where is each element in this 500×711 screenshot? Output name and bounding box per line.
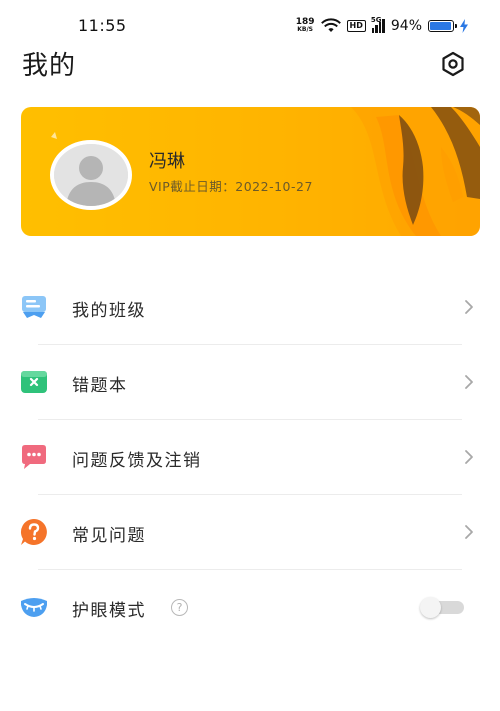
help-question-icon[interactable]: ? [171,599,188,616]
network-type: 5G [370,16,382,24]
chevron-right-icon [465,450,473,464]
menu-item-label: 问题反馈及注销 [72,451,202,471]
battery-icon [428,20,457,32]
hd-badge: HD [346,20,366,32]
signal-icon: 5G [370,16,385,33]
eye-care-toggle[interactable] [420,597,464,618]
vip-expiry-date: VIP截止日期：2022-10-27 [149,179,313,194]
menu-item-label: 我的班级 [72,301,146,321]
avatar[interactable] [50,140,132,210]
network-speed: 189 KB/S [296,18,315,34]
menu-item-label: 护眼模式 [72,601,146,621]
eye-care-icon [21,598,47,617]
menu-item-faq[interactable]: 常见问题 [0,495,500,570]
settings-button[interactable] [437,48,469,80]
network-speed-unit: KB/S [297,26,313,33]
chevron-right-icon [465,300,473,314]
status-bar: 11:55 189 KB/S HD 5G 94% [0,0,500,50]
class-icon [22,296,46,318]
menu-item-eye-care: 护眼模式 ? [0,570,500,645]
battery-percent: 94% [390,18,422,34]
menu-item-wrong-notebook[interactable]: 错题本 [0,345,500,420]
menu-item-label: 错题本 [72,376,128,396]
charging-bolt-icon [460,19,468,33]
wifi-icon [320,18,341,32]
page-title: 我的 [22,51,77,81]
status-icons: 189 KB/S HD 5G 94% [296,16,468,36]
menu-item-feedback[interactable]: 问题反馈及注销 [0,420,500,495]
menu-item-label: 常见问题 [72,526,146,546]
toggle-knob [420,597,441,618]
network-speed-value: 189 [295,17,315,27]
chevron-right-icon [465,525,473,539]
status-time: 11:55 [78,16,127,35]
feedback-icon [22,445,46,469]
faq-icon [20,518,47,545]
wrong-notebook-icon [21,371,47,393]
menu-item-my-class[interactable]: 我的班级 [0,270,500,345]
profile-card[interactable]: 冯琳 VIP截止日期：2022-10-27 [21,107,480,236]
settings-hexagon-icon [442,51,464,77]
battery-fill [430,22,451,30]
default-avatar-icon [54,144,128,206]
user-name: 冯琳 [149,151,185,172]
chevron-right-icon [465,375,473,389]
